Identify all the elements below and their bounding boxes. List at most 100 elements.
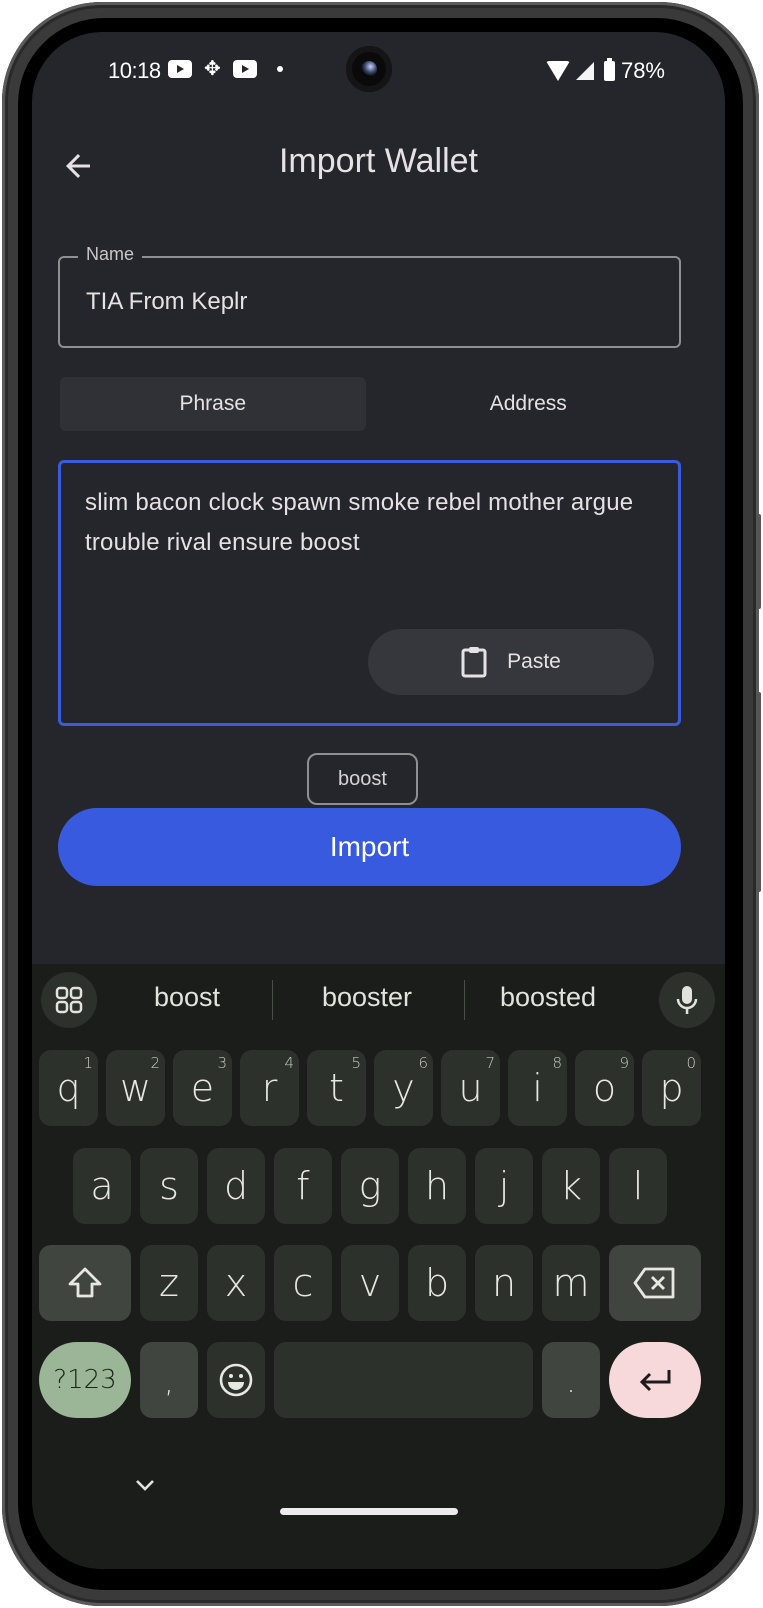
paste-button[interactable]: Paste (368, 629, 654, 695)
tab-address[interactable]: Address (376, 377, 682, 431)
power-button (756, 514, 761, 609)
notification-dot-icon (276, 66, 283, 72)
key-y[interactable]: y6 (374, 1050, 433, 1126)
suggestion-divider (272, 980, 273, 1020)
key-label: o (592, 1066, 617, 1110)
symbols-key[interactable]: ?123 (39, 1342, 131, 1418)
key-t[interactable]: t5 (307, 1050, 366, 1126)
keyboard-suggestion[interactable]: boosted (468, 982, 628, 1013)
keyboard-collapse-button[interactable] (132, 1476, 158, 1499)
key-u[interactable]: u7 (441, 1050, 500, 1126)
key-hint: 3 (217, 1054, 227, 1072)
youtube-icon (168, 60, 192, 78)
key-hint: 1 (83, 1054, 93, 1072)
key-r[interactable]: r4 (240, 1050, 299, 1126)
enter-icon (639, 1370, 671, 1392)
period-key[interactable]: . (542, 1342, 600, 1418)
phrase-input[interactable]: slim bacon clock spawn smoke rebel mothe… (58, 460, 681, 726)
key-s[interactable]: s (140, 1148, 198, 1224)
key-label: q (56, 1066, 81, 1110)
screen: 10:18 ✥ 78% Import Wallet Name TIA From … (32, 32, 725, 1569)
voice-input-button[interactable] (659, 972, 715, 1028)
key-hint: 5 (351, 1054, 361, 1072)
shift-key[interactable] (39, 1245, 131, 1321)
key-hint: 6 (418, 1054, 428, 1072)
name-field[interactable]: Name TIA From Keplr (58, 244, 681, 348)
key-label: t (329, 1066, 344, 1110)
keyboard-apps-button[interactable] (41, 972, 97, 1028)
key-z[interactable]: z (140, 1245, 198, 1321)
system-icons: 78% (545, 58, 665, 84)
emoji-icon (219, 1363, 253, 1397)
paste-button-label: Paste (507, 650, 561, 673)
key-label: i (532, 1066, 543, 1110)
wifi-icon (545, 61, 570, 81)
key-w[interactable]: w2 (106, 1050, 165, 1126)
emoji-key[interactable] (207, 1342, 265, 1418)
app-bar: Import Wallet (32, 132, 725, 198)
key-x[interactable]: x (207, 1245, 265, 1321)
soft-keyboard: boost booster boosted q1 w2 e3 r4 t5 y6 … (32, 964, 725, 1569)
chevron-down-icon (136, 1480, 154, 1491)
tab-phrase[interactable]: Phrase (60, 377, 366, 431)
keyboard-suggestion[interactable]: boost (107, 982, 267, 1013)
key-g[interactable]: g (341, 1148, 399, 1224)
key-e[interactable]: e3 (173, 1050, 232, 1126)
key-d[interactable]: d (207, 1148, 265, 1224)
key-j[interactable]: j (475, 1148, 533, 1224)
front-camera (346, 46, 392, 92)
key-hint: 8 (552, 1054, 562, 1072)
notification-icons: ✥ (168, 58, 283, 80)
key-f[interactable]: f (274, 1148, 332, 1224)
key-a[interactable]: a (73, 1148, 131, 1224)
key-label: w (119, 1066, 152, 1110)
key-hint: 0 (686, 1054, 696, 1072)
key-l[interactable]: l (609, 1148, 667, 1224)
keyboard-suggestion[interactable]: booster (287, 982, 447, 1013)
key-q[interactable]: q1 (39, 1050, 98, 1126)
key-o[interactable]: o9 (575, 1050, 634, 1126)
microphone-icon (676, 986, 698, 1014)
key-m[interactable]: m (542, 1245, 600, 1321)
key-label: r (261, 1066, 278, 1110)
key-label: p (659, 1066, 684, 1110)
name-field-label: Name (78, 244, 143, 265)
status-time: 10:18 (108, 58, 161, 83)
key-hint: 4 (284, 1054, 294, 1072)
page-title: Import Wallet (278, 142, 478, 180)
battery-percent: 78% (620, 58, 665, 83)
name-field-value: TIA From Keplr (86, 288, 248, 315)
keyboard-suggestion-strip: boost booster boosted (32, 972, 725, 1032)
key-label: y (392, 1066, 415, 1110)
backspace-icon (633, 1267, 675, 1299)
key-p[interactable]: p0 (642, 1050, 701, 1126)
enter-key[interactable] (609, 1342, 701, 1418)
grid-icon (55, 986, 83, 1014)
key-c[interactable]: c (274, 1245, 332, 1321)
key-hint: 7 (485, 1054, 495, 1072)
key-label: e (190, 1066, 215, 1110)
key-b[interactable]: b (408, 1245, 466, 1321)
key-hint: 9 (619, 1054, 629, 1072)
key-h[interactable]: h (408, 1148, 466, 1224)
key-i[interactable]: i8 (508, 1050, 567, 1126)
comma-key[interactable]: , (140, 1342, 198, 1418)
shift-icon (68, 1267, 102, 1298)
pinwheel-icon: ✥ (204, 58, 221, 80)
cell-signal-icon (575, 62, 594, 80)
battery-icon (603, 58, 615, 81)
home-indicator[interactable] (280, 1508, 458, 1515)
key-hint: 2 (150, 1054, 160, 1072)
word-suggestion-chip[interactable]: boost (307, 753, 418, 805)
suggestion-divider (464, 980, 465, 1020)
volume-button (756, 692, 761, 892)
key-k[interactable]: k (542, 1148, 600, 1224)
youtube-icon (232, 60, 257, 78)
clipboard-icon (461, 647, 487, 678)
key-v[interactable]: v (341, 1245, 399, 1321)
import-button[interactable]: Import (58, 808, 681, 886)
space-key[interactable] (274, 1342, 533, 1418)
phrase-input-value: slim bacon clock spawn smoke rebel mothe… (85, 489, 634, 556)
backspace-key[interactable] (609, 1245, 701, 1321)
key-n[interactable]: n (475, 1245, 533, 1321)
